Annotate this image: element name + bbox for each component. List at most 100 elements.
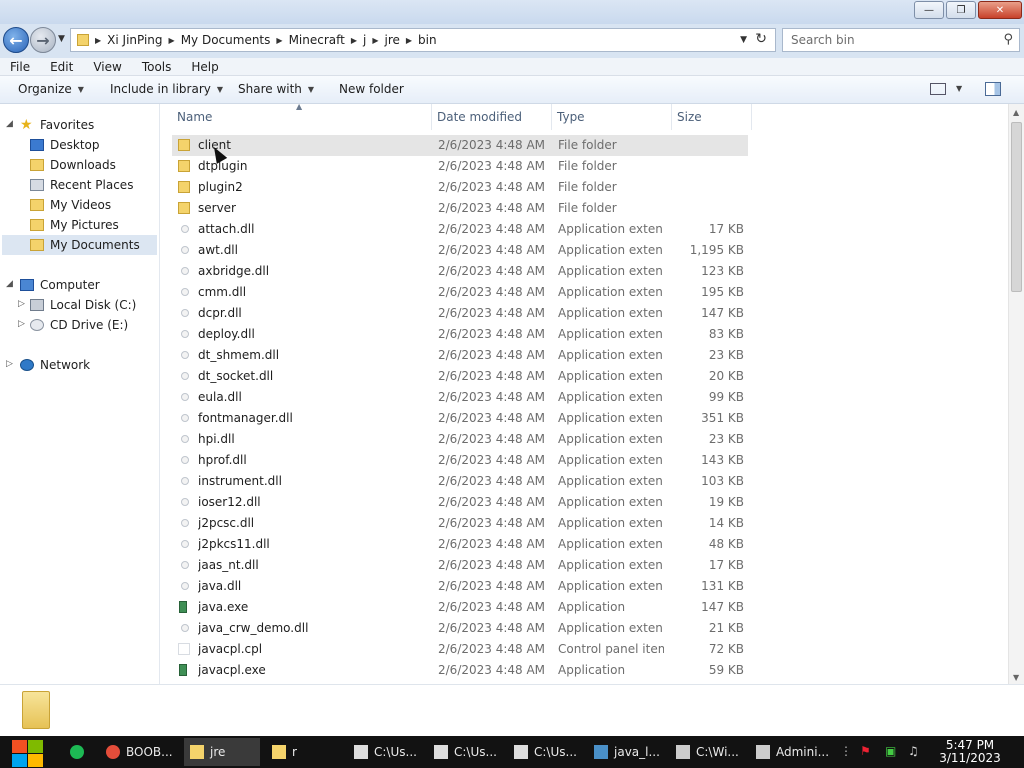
organize-button[interactable]: Organize ▼ — [18, 82, 84, 96]
folder-row[interactable]: dtplugin 2/6/2023 4:48 AM File folder — [172, 156, 748, 177]
nav-my-pictures[interactable]: My Pictures — [30, 215, 158, 235]
column-header-name[interactable]: ▲ Name — [172, 102, 432, 130]
forward-button[interactable]: → — [30, 27, 56, 53]
file-date-modified: 2/6/2023 4:48 AM — [438, 474, 546, 488]
close-button[interactable]: ✕ — [978, 1, 1022, 19]
search-input[interactable]: Search bin ⚲ — [782, 28, 1020, 52]
collapse-favorites-icon[interactable]: ◢ — [6, 119, 13, 129]
file-size: 123 KB — [701, 264, 744, 278]
address-dropdown-button[interactable]: ▼ — [740, 35, 747, 45]
file-row[interactable]: java.dll 2/6/2023 4:48 AM Application exte… — [172, 576, 748, 597]
file-row[interactable]: j2pkcs11.dll 2/6/2023 4:48 AM Application … — [172, 534, 748, 555]
breadcrumb-item[interactable]: ▶ bin — [406, 33, 437, 47]
action-center-flag-icon[interactable]: ⚑ — [860, 744, 871, 758]
file-row[interactable]: fontmanager.dll 2/6/2023 4:48 AM Applicati… — [172, 408, 748, 429]
folder-row[interactable]: plugin2 2/6/2023 4:48 AM File folder — [172, 177, 748, 198]
collapse-computer-icon[interactable]: ◢ — [6, 279, 13, 289]
file-row[interactable]: javacpl.exe 2/6/2023 4:48 AM Application 59… — [172, 660, 748, 681]
system-clock[interactable]: 5:47 PM 3/11/2023 — [930, 739, 1010, 765]
search-icon[interactable]: ⚲ — [1003, 32, 1013, 47]
vertical-scrollbar[interactable]: ▲ ▼ — [1008, 104, 1024, 684]
network-status-icon[interactable]: ▣ — [885, 744, 896, 758]
scroll-down-icon[interactable]: ▼ — [1013, 673, 1019, 682]
menu-help[interactable]: Help — [181, 60, 228, 74]
maximize-button[interactable]: ❐ — [946, 1, 976, 19]
file-row[interactable]: javacpl.cpl 2/6/2023 4:48 AM Control panel… — [172, 639, 748, 660]
menu-tools[interactable]: Tools — [132, 60, 182, 74]
file-row[interactable]: instrument.dll 2/6/2023 4:48 AM Applicatio… — [172, 471, 748, 492]
taskbar-item[interactable]: BOOB... — [100, 738, 178, 766]
nav-recent-places[interactable]: Recent Places — [30, 175, 158, 195]
minimize-button[interactable]: — — [914, 1, 944, 19]
breadcrumb-item[interactable]: ▶ jre — [372, 33, 400, 47]
file-row[interactable]: jaas_nt.dll 2/6/2023 4:48 AM Application e… — [172, 555, 748, 576]
taskbar-item[interactable]: C:\Us... — [348, 738, 422, 766]
file-row[interactable]: attach.dll 2/6/2023 4:48 AM Application ex… — [172, 219, 748, 240]
nav-cd-drive[interactable]: CD Drive (E:) — [30, 315, 158, 335]
taskbar-item[interactable] — [64, 738, 94, 766]
file-name: jaas_nt.dll — [198, 558, 259, 572]
breadcrumb-item[interactable]: ▶ Minecraft — [276, 33, 344, 47]
folder-row[interactable]: client 2/6/2023 4:48 AM File folder — [172, 135, 748, 156]
taskbar-item[interactable]: C:\Us... — [508, 738, 582, 766]
folder-row[interactable]: server 2/6/2023 4:48 AM File folder — [172, 198, 748, 219]
share-with-button[interactable]: Share with ▼ — [238, 82, 314, 96]
file-row[interactable]: eula.dll 2/6/2023 4:48 AM Application exte… — [172, 387, 748, 408]
taskbar-item[interactable]: Admini... — [750, 738, 828, 766]
column-header-type[interactable]: Type — [552, 104, 672, 130]
scrollbar-thumb[interactable] — [1011, 122, 1022, 292]
nav-favorites[interactable]: ★ Favorites — [20, 115, 158, 135]
volume-icon[interactable]: ♫ — [908, 744, 919, 758]
breadcrumb-item[interactable]: ▶ j — [351, 33, 367, 47]
taskbar-item[interactable]: C:\Us... — [428, 738, 502, 766]
nav-desktop[interactable]: Desktop — [30, 135, 158, 155]
menu-view[interactable]: View — [83, 60, 131, 74]
change-view-icon[interactable] — [930, 83, 946, 95]
more-options-icon[interactable]: ⋮ — [840, 744, 852, 758]
sort-ascending-icon: ▲ — [296, 102, 303, 111]
expand-local-disk-icon[interactable]: ▷ — [18, 299, 25, 309]
taskbar-item[interactable]: jre — [184, 738, 260, 766]
address-bar[interactable]: ▶ Xi JinPing ▶ My Documents ▶ Minecraft ▶ j … — [70, 28, 776, 52]
start-button[interactable] — [10, 737, 44, 767]
taskbar-item[interactable]: r — [266, 738, 342, 766]
nav-downloads[interactable]: Downloads — [30, 155, 158, 175]
back-button[interactable]: ← — [3, 27, 29, 53]
menu-edit[interactable]: Edit — [40, 60, 83, 74]
file-row[interactable]: dt_shmem.dll 2/6/2023 4:48 AM Application … — [172, 345, 748, 366]
file-row[interactable]: cmm.dll 2/6/2023 4:48 AM Application exten… — [172, 282, 748, 303]
column-header-date[interactable]: Date modified — [432, 104, 552, 130]
refresh-icon[interactable]: ↻ — [755, 31, 767, 47]
nav-network[interactable]: Network — [20, 355, 158, 375]
file-row[interactable]: j2pcsc.dll 2/6/2023 4:48 AM Application ex… — [172, 513, 748, 534]
file-row[interactable]: deploy.dll 2/6/2023 4:48 AM Application ex… — [172, 324, 748, 345]
expand-cd-drive-icon[interactable]: ▷ — [18, 319, 25, 329]
nav-my-documents[interactable]: My Documents — [2, 235, 157, 255]
new-folder-button[interactable]: New folder — [339, 82, 404, 96]
expand-network-icon[interactable]: ▷ — [6, 359, 13, 369]
dll-file-icon — [181, 456, 189, 464]
file-row[interactable]: java.exe 2/6/2023 4:48 AM Application 147 K… — [172, 597, 748, 618]
nav-my-videos[interactable]: My Videos — [30, 195, 158, 215]
file-row[interactable]: dcpr.dll 2/6/2023 4:48 AM Application exte… — [172, 303, 748, 324]
file-row[interactable]: dt_socket.dll 2/6/2023 4:48 AM Application… — [172, 366, 748, 387]
file-row[interactable]: axbridge.dll 2/6/2023 4:48 AM Application … — [172, 261, 748, 282]
breadcrumb-item[interactable]: ▶ My Documents — [169, 33, 271, 47]
breadcrumb-item[interactable]: ▶ Xi JinPing — [95, 33, 163, 47]
view-options-dropdown[interactable]: ▼ — [956, 84, 962, 93]
file-row[interactable]: ioser12.dll 2/6/2023 4:48 AM Application e… — [172, 492, 748, 513]
taskbar-item[interactable]: java_l... — [588, 738, 664, 766]
taskbar-item[interactable]: C:\Wi... — [670, 738, 744, 766]
preview-pane-icon[interactable] — [985, 82, 1001, 96]
file-row[interactable]: java_crw_demo.dll 2/6/2023 4:48 AM Applica… — [172, 618, 748, 639]
file-row[interactable]: hprof.dll 2/6/2023 4:48 AM Application ext… — [172, 450, 748, 471]
file-row[interactable]: hpi.dll 2/6/2023 4:48 AM Application exten… — [172, 429, 748, 450]
file-row[interactable]: awt.dll 2/6/2023 4:48 AM Application exten… — [172, 240, 748, 261]
menu-file[interactable]: File — [0, 60, 40, 74]
nav-computer[interactable]: Computer — [20, 275, 158, 295]
scroll-up-icon[interactable]: ▲ — [1013, 108, 1019, 117]
include-in-library-button[interactable]: Include in library ▼ — [110, 82, 223, 96]
recent-pages-dropdown[interactable]: ▼ — [58, 34, 65, 44]
nav-local-disk[interactable]: Local Disk (C:) — [30, 295, 158, 315]
column-header-size[interactable]: Size — [672, 104, 752, 130]
